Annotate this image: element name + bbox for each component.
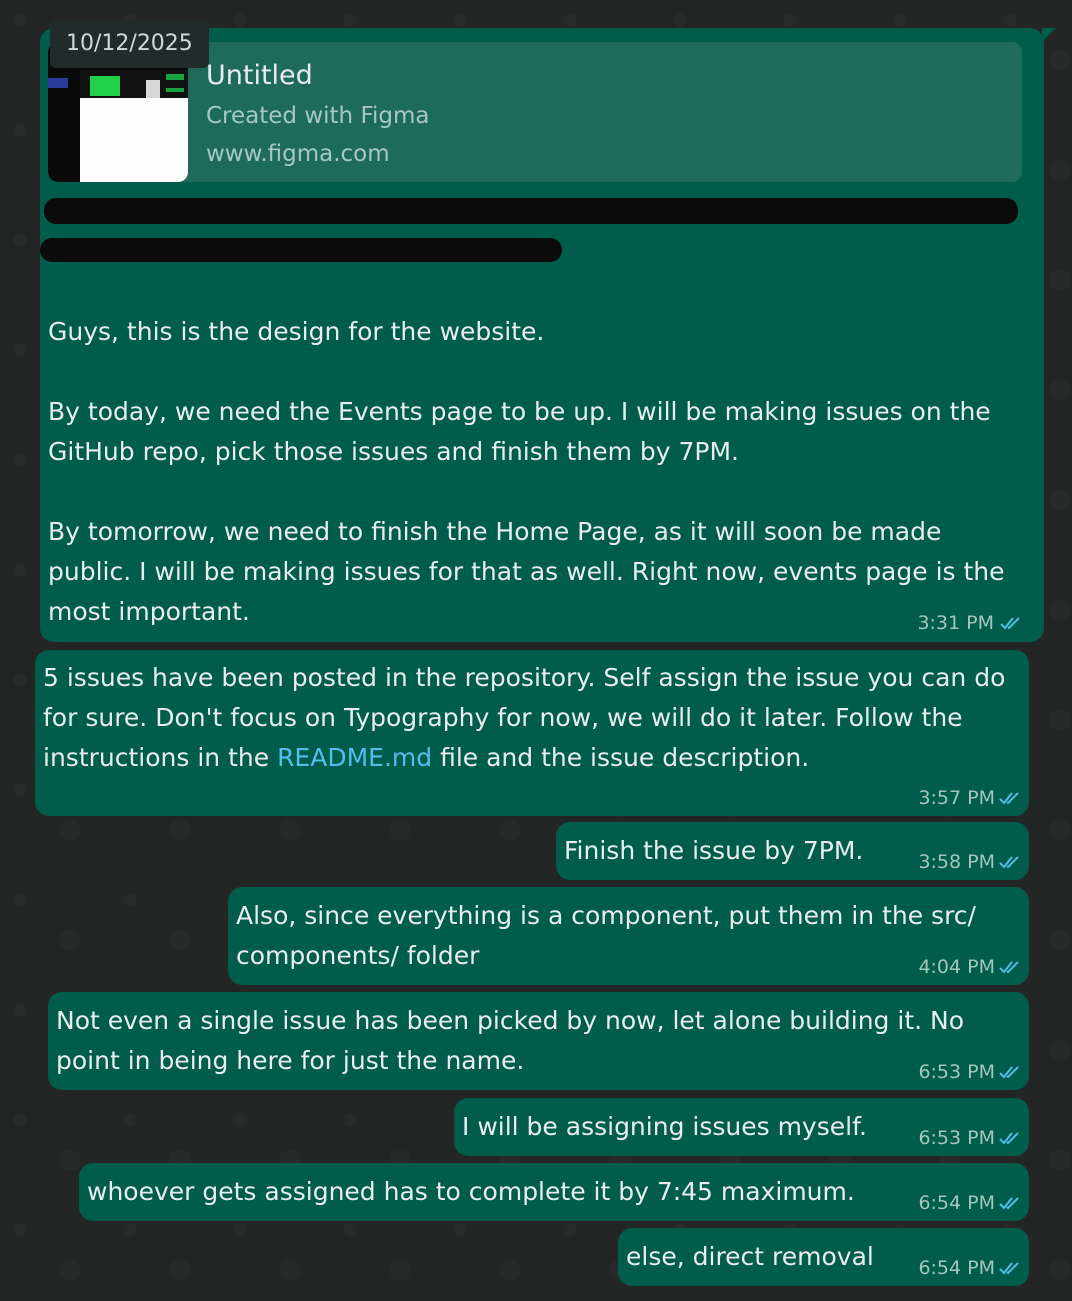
message-time: 6:53 PM	[918, 1127, 995, 1149]
double-check-icon	[999, 856, 1019, 869]
message-bubble[interactable]: Also, since everything is a component, p…	[228, 887, 1029, 985]
message-paragraph: By today, we need the Events page to be …	[48, 397, 991, 466]
double-check-icon	[999, 961, 1019, 974]
double-check-icon	[999, 1132, 1019, 1145]
message-text: Guys, this is the design for the website…	[48, 312, 1008, 632]
message-meta: 3:31 PM	[904, 610, 1028, 638]
double-check-icon	[1000, 617, 1020, 630]
message-bubble[interactable]: I will be assigning issues myself. 6:53 …	[454, 1098, 1029, 1156]
date-chip: 10/12/2025	[50, 20, 209, 68]
redacted-url-line-1	[44, 198, 1018, 224]
message-bubble[interactable]: whoever gets assigned has to complete it…	[79, 1163, 1029, 1221]
message-time: 6:54 PM	[918, 1257, 995, 1279]
double-check-icon	[999, 1066, 1019, 1079]
message-time: 3:57 PM	[918, 787, 995, 809]
message-time: 3:31 PM	[917, 612, 994, 634]
message-time: 6:53 PM	[918, 1061, 995, 1083]
redacted-url-line-2	[40, 238, 562, 262]
link-preview-subtitle: Created with Figma	[206, 103, 430, 129]
message-text: Not even a single issue has been picked …	[56, 1006, 972, 1075]
message-paragraph: By tomorrow, we need to finish the Home …	[48, 517, 1005, 626]
double-check-icon	[999, 1262, 1019, 1275]
readme-link[interactable]: README.md	[277, 743, 432, 772]
bubble-tail	[1042, 28, 1056, 42]
double-check-icon	[999, 792, 1019, 805]
message-bubble[interactable]: Finish the issue by 7PM. 3:58 PM	[556, 822, 1029, 880]
message-time: 3:58 PM	[918, 851, 995, 873]
message-time: 6:54 PM	[918, 1192, 995, 1214]
message-text: 5 issues have been posted in the reposit…	[43, 663, 1014, 772]
message-paragraph: Guys, this is the design for the website…	[48, 317, 545, 346]
message-text: whoever gets assigned has to complete it…	[87, 1177, 855, 1206]
double-check-icon	[999, 1197, 1019, 1210]
message-text: Also, since everything is a component, p…	[236, 901, 984, 970]
message-bubble[interactable]: Not even a single issue has been picked …	[48, 992, 1029, 1090]
message-time: 4:04 PM	[918, 956, 995, 978]
link-preview-title: Untitled	[206, 60, 313, 91]
message-bubble[interactable]: else, direct removal 6:54 PM	[618, 1228, 1029, 1286]
message-bubble[interactable]: 5 issues have been posted in the reposit…	[35, 650, 1029, 816]
link-preview-domain: www.figma.com	[206, 141, 390, 167]
